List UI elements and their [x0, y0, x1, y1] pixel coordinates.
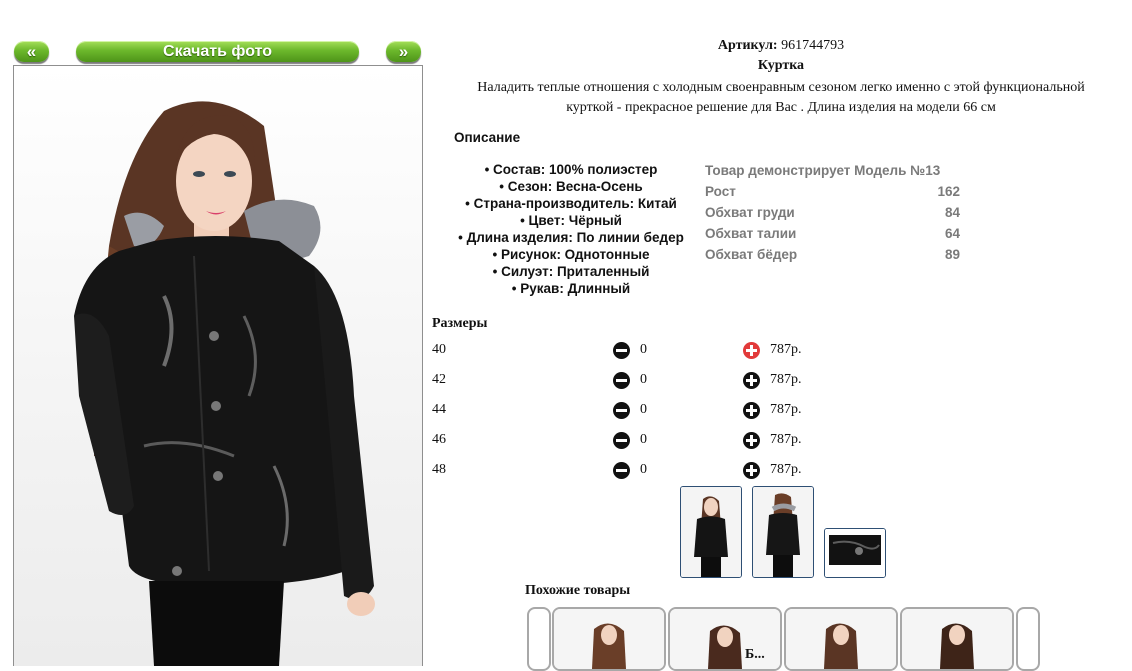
size-price: 787р. — [770, 372, 802, 387]
description-item: • Рисунок: Однотонные — [492, 247, 650, 262]
photo-thumbnail[interactable] — [824, 528, 886, 578]
minus-circle-icon[interactable] — [613, 462, 630, 479]
similar-products-heading: Похожие товары — [525, 583, 631, 598]
description-item: • Страна-производитель: Китай — [465, 196, 677, 211]
model-row: Обхват бёдер 89 — [705, 247, 960, 268]
description-item: • Длина изделия: По линии бедер — [458, 230, 684, 245]
description-item: • Силуэт: Приталенный — [492, 264, 650, 279]
product-name: Куртка — [757, 58, 805, 73]
photo-thumbnail[interactable] — [680, 486, 742, 578]
similar-product-card[interactable] — [668, 607, 782, 671]
size-row: 44 0 787р. — [432, 402, 852, 432]
size-quantity: 0 — [640, 432, 647, 447]
main-product-photo — [13, 65, 423, 666]
similar-product-card[interactable] — [784, 607, 898, 671]
plus-circle-icon[interactable] — [743, 462, 760, 479]
description-item: • Цвет: Чёрный — [520, 213, 622, 228]
model-info-table: Товар демонстрирует Модель №13 Рост 162 О… — [705, 163, 960, 268]
article-line: Артикул: 961744793 — [430, 38, 1132, 54]
size-label: 46 — [432, 432, 446, 447]
minus-circle-icon[interactable] — [613, 342, 630, 359]
model-row: Обхват талии 64 — [705, 226, 960, 247]
model-row-label: Обхват талии — [705, 226, 797, 241]
size-label: 48 — [432, 462, 446, 477]
similar-product-card[interactable] — [900, 607, 1014, 671]
similar-product-card[interactable] — [552, 607, 666, 671]
product-description: Наладить теплые отношения с холодным сво… — [430, 78, 1132, 118]
model-row-value: 89 — [944, 247, 960, 262]
description-list: • Состав: 100% полиэстер • Сезон: Весна-… — [440, 161, 702, 297]
sizes-heading: Размеры — [432, 316, 488, 331]
product-description-line: Наладить теплые отношения с холодным сво… — [477, 80, 1085, 95]
article-label: Артикул: — [717, 38, 778, 53]
plus-circle-icon[interactable] — [743, 372, 760, 389]
description-item: • Рукав: Длинный — [511, 281, 631, 296]
prev-photo-button[interactable]: « — [14, 41, 49, 62]
size-row: 40 0 787р. — [432, 342, 852, 372]
similar-product-caption: Б... — [745, 647, 765, 662]
description-heading: Описание — [454, 130, 521, 145]
model-row-value: 84 — [944, 205, 960, 220]
size-price: 787р. — [770, 402, 802, 417]
product-description-line: курткой - прекрасное решение для Вас . Д… — [566, 100, 996, 115]
model-row: Обхват груди 84 — [705, 205, 960, 226]
size-quantity: 0 — [640, 372, 647, 387]
size-price: 787р. — [770, 432, 802, 447]
size-quantity: 0 — [640, 462, 647, 477]
model-title: Товар демонстрирует Модель №13 — [705, 163, 960, 184]
model-row: Рост 162 — [705, 184, 960, 205]
minus-circle-icon[interactable] — [613, 372, 630, 389]
model-row-value: 64 — [944, 226, 960, 241]
download-photo-button[interactable]: Скачать фото — [76, 41, 359, 62]
model-row-label: Обхват бёдер — [705, 247, 798, 262]
size-price: 787р. — [770, 342, 802, 357]
size-quantity: 0 — [640, 402, 647, 417]
plus-circle-icon[interactable] — [743, 342, 760, 359]
carousel-prev-arrow[interactable] — [527, 607, 551, 671]
description-item: • Состав: 100% полиэстер — [484, 162, 658, 177]
minus-circle-icon[interactable] — [613, 432, 630, 449]
size-row: 42 0 787р. — [432, 372, 852, 402]
model-title-text: Товар демонстрирует Модель №13 — [705, 163, 941, 178]
photo-thumbnail[interactable] — [752, 486, 814, 578]
size-label: 44 — [432, 402, 446, 417]
model-row-label: Обхват груди — [705, 205, 795, 220]
plus-circle-icon[interactable] — [743, 432, 760, 449]
size-price: 787р. — [770, 462, 802, 477]
plus-circle-icon[interactable] — [743, 402, 760, 419]
size-label: 40 — [432, 342, 446, 357]
model-row-label: Рост — [705, 184, 736, 199]
size-quantity: 0 — [640, 342, 647, 357]
minus-circle-icon[interactable] — [613, 402, 630, 419]
model-row-value: 162 — [937, 184, 960, 199]
carousel-next-arrow[interactable] — [1016, 607, 1040, 671]
description-item: • Сезон: Весна-Осень — [499, 179, 643, 194]
article-value: 961744793 — [781, 38, 845, 53]
next-photo-button[interactable]: » — [386, 41, 421, 62]
size-row: 46 0 787р. — [432, 432, 852, 462]
size-label: 42 — [432, 372, 446, 387]
